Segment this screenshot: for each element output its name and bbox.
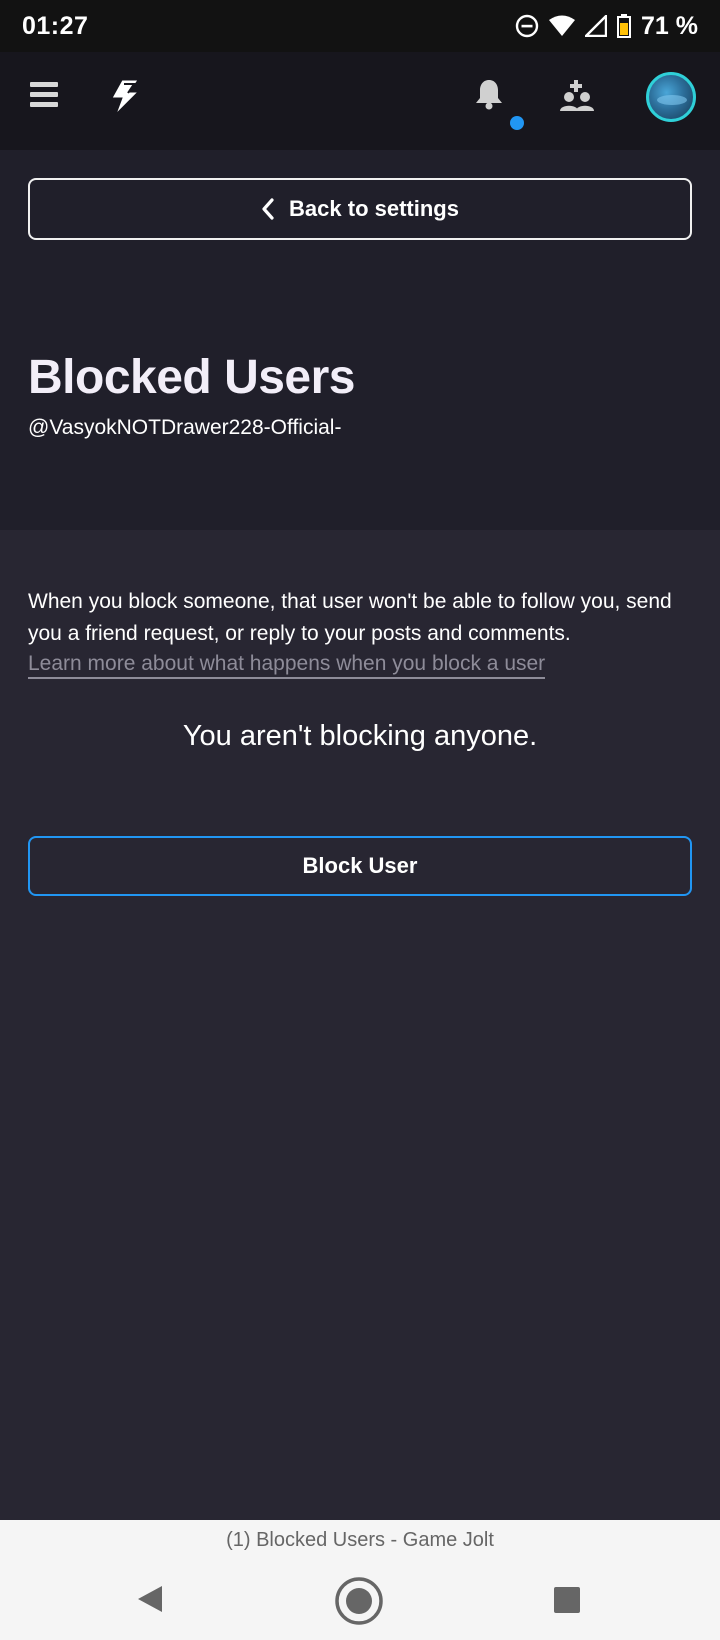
system-navigation-bar <box>0 1560 720 1640</box>
browser-tab-title: (1) Blocked Users - Game Jolt <box>0 1520 720 1560</box>
page-title: Blocked Users <box>28 351 356 404</box>
block-description: When you block someone, that user won't … <box>28 590 672 645</box>
chevron-left-icon <box>262 198 274 220</box>
avatar[interactable] <box>646 72 696 122</box>
block-user-button[interactable]: Block User <box>28 836 692 896</box>
signal-icon <box>585 15 608 37</box>
learn-more-link[interactable]: Learn more about what happens when you b… <box>28 652 546 679</box>
home-nav-icon[interactable] <box>334 1576 384 1626</box>
friends-icon[interactable] <box>560 80 594 112</box>
notification-dot <box>510 116 524 130</box>
empty-state-message: You aren't blocking anyone. <box>182 720 538 752</box>
back-to-settings-label: Back to settings <box>289 196 459 221</box>
status-time: 01:27 <box>22 11 89 40</box>
status-icons: 71 % <box>515 12 698 41</box>
battery-icon <box>617 14 632 38</box>
username: @VasyokNOTDrawer228-Official- <box>28 416 342 439</box>
status-bar: 01:27 71 % <box>0 0 720 52</box>
bell-icon[interactable] <box>475 78 503 110</box>
recent-apps-nav-icon[interactable] <box>554 1587 580 1613</box>
battery-percent: 71 % <box>641 11 698 40</box>
back-nav-icon[interactable] <box>136 1584 164 1614</box>
game-jolt-logo-icon[interactable] <box>110 80 140 114</box>
dnd-icon <box>515 14 539 38</box>
hamburger-menu-icon[interactable] <box>30 82 58 110</box>
page-header: Back to settings Blocked Users @VasyokNO… <box>0 150 720 530</box>
wifi-icon <box>549 15 576 36</box>
back-to-settings-button[interactable]: Back to settings <box>28 178 692 240</box>
top-navigation <box>0 52 720 150</box>
